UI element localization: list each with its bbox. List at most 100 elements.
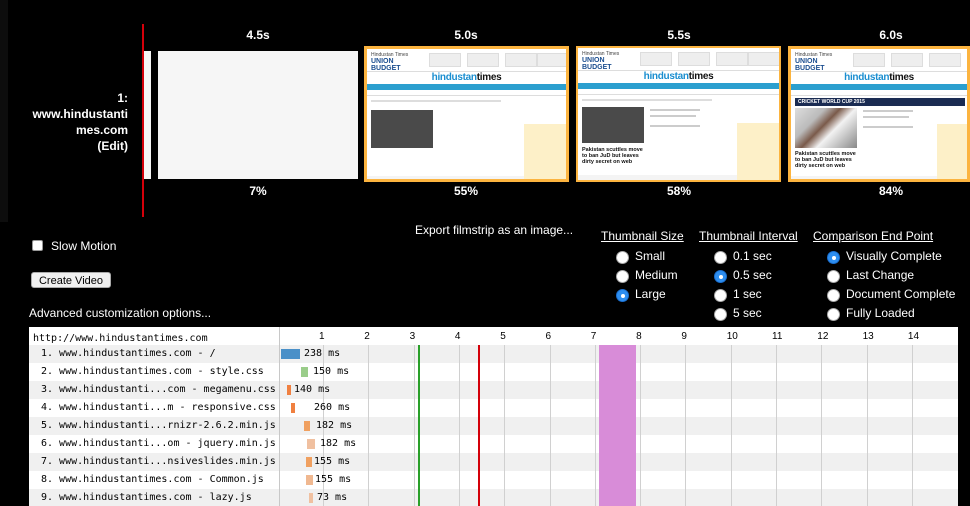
- frame-visual-progress: 55%: [453, 184, 479, 198]
- waterfall-row[interactable]: 3. www.hindustanti...com - megamenu.css: [29, 381, 958, 399]
- filmstrip: 1: www.hindustanti mes.com (Edit) 4.5s 7…: [0, 0, 970, 222]
- request-bar: [291, 403, 295, 413]
- end-point-document-complete-radio[interactable]: [827, 289, 840, 302]
- request-time-label: 260 ms: [314, 402, 351, 413]
- time-tick-label: 8: [636, 331, 642, 342]
- time-tick-label: 4: [454, 331, 461, 342]
- request-bar: [307, 439, 315, 449]
- waterfall-divider: [279, 327, 280, 506]
- waterfall-row[interactable]: 5. www.hindustanti...rnizr-2.6.2.min.js: [29, 417, 958, 435]
- thumbnail-size-medium-label: Medium: [635, 268, 678, 282]
- time-tick-label: 3: [409, 331, 416, 342]
- waterfall-row-name: 1. www.hindustantimes.com - /: [41, 348, 216, 359]
- waterfall-row[interactable]: 9. www.hindustantimes.com - lazy.js: [29, 489, 958, 506]
- request-bar: [309, 493, 313, 503]
- frame-thumbnail[interactable]: [158, 51, 358, 179]
- waterfall-row[interactable]: 8. www.hindustantimes.com - Common.js: [29, 471, 958, 489]
- time-gridline: [459, 345, 460, 506]
- time-gridline: [595, 345, 596, 506]
- request-bar: [306, 475, 313, 485]
- create-video-button[interactable]: Create Video: [31, 272, 111, 288]
- frame-visual-progress: 58%: [666, 184, 692, 198]
- interval-0-1-radio[interactable]: [714, 251, 727, 264]
- advanced-customization-link[interactable]: Advanced customization options...: [29, 306, 211, 320]
- interval-1-label: 1 sec: [733, 287, 762, 301]
- frame-time: 4.5s: [246, 28, 270, 42]
- thumbnail-size-small-label: Small: [635, 249, 666, 263]
- interval-1-radio[interactable]: [714, 289, 727, 302]
- end-point-visually-complete-radio[interactable]: [827, 251, 840, 264]
- visually-complete-marker: [599, 345, 636, 506]
- waterfall-row-name: 3. www.hindustanti...com - megamenu.css: [41, 384, 276, 395]
- time-tick-label: 12: [817, 331, 829, 342]
- export-filmstrip-link[interactable]: Export filmstrip as an image...: [415, 223, 573, 237]
- end-point-fully-loaded-label: Fully Loaded: [846, 306, 915, 320]
- request-time-label: 182 ms: [316, 420, 353, 431]
- interval-0-5-radio[interactable]: [714, 270, 727, 283]
- end-point-visually-complete-label: Visually Complete: [846, 249, 942, 263]
- request-time-label: 182 ms: [320, 438, 357, 449]
- slow-motion-checkbox[interactable]: [32, 240, 43, 251]
- request-bar: [281, 349, 300, 359]
- thumbnail-size-large-label: Large: [635, 287, 666, 301]
- frame-thumbnail[interactable]: Hindustan Times UNION BUDGET hindustantim…: [364, 46, 569, 182]
- time-tick-label: 9: [681, 331, 687, 342]
- thumb-budget-title: UNION BUDGET: [795, 58, 825, 72]
- time-tick-label: 10: [726, 331, 738, 342]
- end-point-last-change-radio[interactable]: [827, 270, 840, 283]
- time-tick-label: 11: [772, 331, 783, 342]
- waterfall-row-name: 6. www.hindustanti...om - jquery.min.js: [41, 438, 276, 449]
- thumb-budget-title: UNION BUDGET: [371, 58, 401, 72]
- end-point-last-change-label: Last Change: [846, 268, 915, 282]
- time-gridline: [368, 345, 369, 506]
- request-time-label: 155 ms: [315, 474, 352, 485]
- request-time-label: 238 ms: [304, 348, 341, 359]
- time-gridline: [776, 345, 777, 506]
- waterfall-url: http://www.hindustantimes.com: [33, 333, 208, 344]
- thumb-cwc-banner: CRICKET WORLD CUP 2015: [795, 98, 965, 106]
- request-time-label: 155 ms: [314, 456, 351, 467]
- thumb-headline: Pakistan scuttles move to ban JuD but le…: [582, 147, 643, 165]
- thumbnail-interval-title: Thumbnail Interval: [699, 229, 798, 243]
- time-tick-label: 2: [364, 331, 370, 342]
- frame-thumbnail[interactable]: Hindustan Times UNION BUDGET hindustantim…: [788, 46, 970, 182]
- interval-5-label: 5 sec: [733, 306, 762, 320]
- waterfall-row[interactable]: 7. www.hindustanti...nsiveslides.min.js: [29, 453, 958, 471]
- interval-5-radio[interactable]: [714, 308, 727, 321]
- time-gridline: [640, 345, 641, 506]
- waterfall-chart: http://www.hindustantimes.com 1. www.hin…: [29, 327, 958, 506]
- interval-0-1-label: 0.1 sec: [733, 249, 772, 263]
- slow-motion-label: Slow Motion: [51, 239, 117, 253]
- time-gridline: [685, 345, 686, 506]
- waterfall-row[interactable]: 2. www.hindustantimes.com - style.css: [29, 363, 958, 381]
- time-gridline: [504, 345, 505, 506]
- thumbnail-size-large-radio[interactable]: [616, 289, 629, 302]
- request-bar: [301, 367, 308, 377]
- thumbnail-size-small-radio[interactable]: [616, 251, 629, 264]
- request-time-label: 140 ms: [294, 384, 331, 395]
- request-bar: [306, 457, 312, 467]
- thumbnail-size-title: Thumbnail Size: [601, 229, 684, 243]
- waterfall-row-name: 2. www.hindustantimes.com - style.css: [41, 366, 264, 377]
- comparison-end-point-title: Comparison End Point: [813, 229, 934, 243]
- time-tick-label: 13: [862, 331, 874, 342]
- time-gridline: [867, 345, 868, 506]
- time-tick-label: 5: [500, 331, 506, 342]
- waterfall-row[interactable]: 6. www.hindustanti...om - jquery.min.js: [29, 435, 958, 453]
- start-render-line: [418, 345, 420, 506]
- time-gridline: [912, 345, 913, 506]
- waterfall-row[interactable]: 1. www.hindustantimes.com - /: [29, 345, 958, 363]
- time-tick-label: 14: [907, 331, 920, 342]
- end-point-fully-loaded-radio[interactable]: [827, 308, 840, 321]
- site-label: 1: www.hindustanti mes.com (Edit): [8, 90, 128, 154]
- time-gridline: [550, 345, 551, 506]
- thumb-budget-title: UNION BUDGET: [582, 57, 612, 71]
- edit-link[interactable]: (Edit): [8, 138, 128, 154]
- frame-thumbnail[interactable]: Hindustan Times UNION BUDGET hindustantim…: [576, 46, 781, 182]
- time-tick-label: 6: [545, 331, 552, 342]
- request-bar: [287, 385, 291, 395]
- frame-visual-progress: 84%: [878, 184, 904, 198]
- thumbnail-size-medium-radio[interactable]: [616, 270, 629, 283]
- interval-0-5-label: 0.5 sec: [733, 268, 772, 282]
- waterfall-row[interactable]: 4. www.hindustanti...m - responsive.css: [29, 399, 958, 417]
